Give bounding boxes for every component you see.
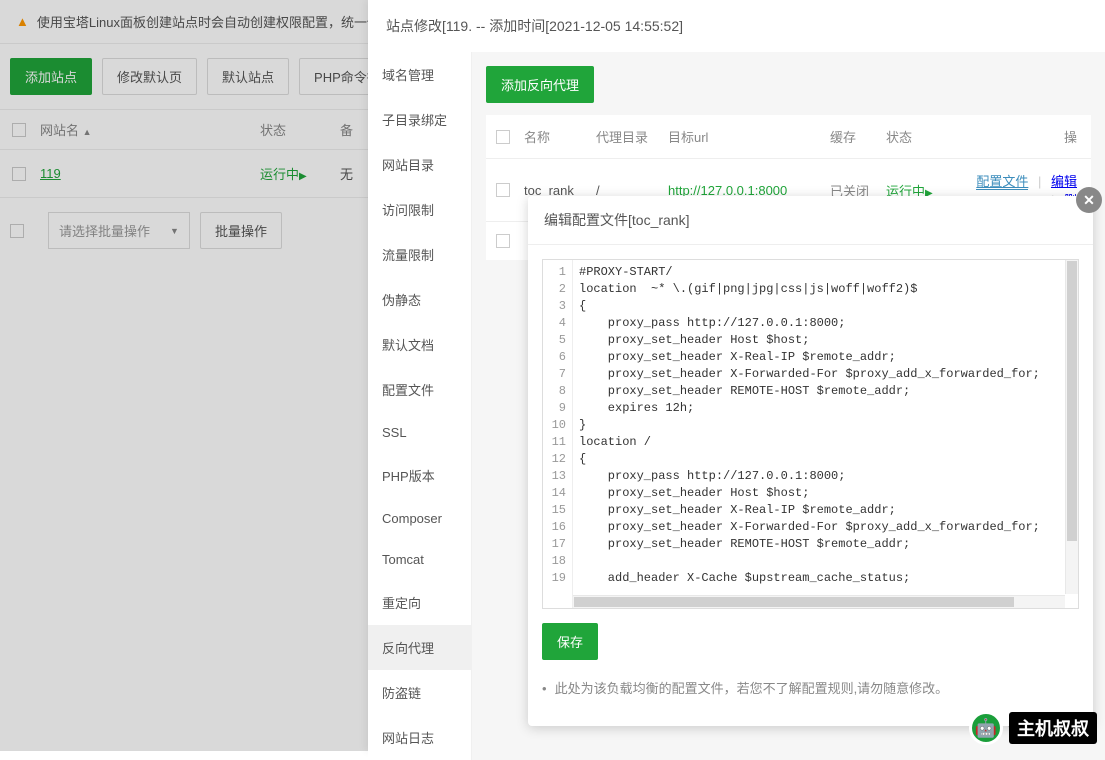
sidebar-item-4[interactable]: 流量限制 (368, 232, 471, 277)
ph-status: 状态 (882, 127, 962, 146)
ph-dir: 代理目录 (592, 127, 664, 146)
proxy-select-all[interactable] (496, 130, 510, 144)
ph-name: 名称 (520, 127, 592, 146)
save-button[interactable]: 保存 (542, 623, 598, 660)
brand-watermark: 🤖 主机叔叔 (969, 711, 1097, 745)
sidebar-item-8[interactable]: SSL (368, 412, 471, 453)
line-gutter: 1 2 3 4 5 6 7 8 9 10 11 12 13 14 15 16 1… (543, 260, 573, 608)
sidebar-item-1[interactable]: 子目录绑定 (368, 97, 471, 142)
proxy-edit-link[interactable]: 编辑 (1051, 174, 1077, 189)
ph-op: 操 (962, 127, 1081, 146)
code-content[interactable]: #PROXY-START/ location ~* \.(gif|png|jpg… (573, 260, 1078, 608)
sidebar-item-13[interactable]: 反向代理 (368, 625, 471, 670)
scrollbar-horizontal[interactable] (573, 595, 1065, 608)
sidebar-item-5[interactable]: 伪静态 (368, 277, 471, 322)
sidebar-item-2[interactable]: 网站目录 (368, 142, 471, 187)
scrollbar-vertical[interactable] (1065, 260, 1078, 594)
proxy-row-checkbox[interactable] (496, 234, 510, 248)
add-proxy-button[interactable]: 添加反向代理 (486, 66, 594, 103)
config-note: •此处为该负载均衡的配置文件，若您不了解配置规则,请勿随意修改。 (542, 678, 1079, 697)
config-modal-title: 编辑配置文件[toc_rank] (528, 196, 1093, 245)
sidebar-item-9[interactable]: PHP版本 (368, 453, 471, 498)
proxy-row-checkbox[interactable] (496, 183, 510, 197)
sidebar-item-11[interactable]: Tomcat (368, 539, 471, 580)
proxy-config-link[interactable]: 配置文件 (976, 174, 1028, 190)
sidebar-item-12[interactable]: 重定向 (368, 580, 471, 625)
brand-text: 主机叔叔 (1009, 712, 1097, 744)
mascot-icon: 🤖 (969, 711, 1003, 745)
sidebar-item-7[interactable]: 配置文件 (368, 367, 471, 412)
ph-target: 目标url (664, 127, 826, 146)
sidebar-item-14[interactable]: 防盗链 (368, 670, 471, 715)
sidebar-item-15[interactable]: 网站日志 (368, 715, 471, 760)
site-sidebar: 域名管理子目录绑定网站目录访问限制流量限制伪静态默认文档配置文件SSLPHP版本… (368, 52, 472, 760)
sidebar-item-3[interactable]: 访问限制 (368, 187, 471, 232)
ph-cache: 缓存 (826, 127, 882, 146)
config-editor-modal: ✕ 编辑配置文件[toc_rank] 1 2 3 4 5 6 7 8 9 10 … (528, 196, 1093, 726)
sidebar-item-6[interactable]: 默认文档 (368, 322, 471, 367)
code-editor[interactable]: 1 2 3 4 5 6 7 8 9 10 11 12 13 14 15 16 1… (542, 259, 1079, 609)
site-modal-title: 站点修改[119. -- 添加时间[2021-12-05 14:55:52] (368, 0, 1105, 52)
sidebar-item-0[interactable]: 域名管理 (368, 52, 471, 97)
sidebar-item-10[interactable]: Composer (368, 498, 471, 539)
close-icon[interactable]: ✕ (1076, 187, 1102, 213)
proxy-table-header: 名称 代理目录 目标url 缓存 状态 操 (486, 115, 1091, 158)
